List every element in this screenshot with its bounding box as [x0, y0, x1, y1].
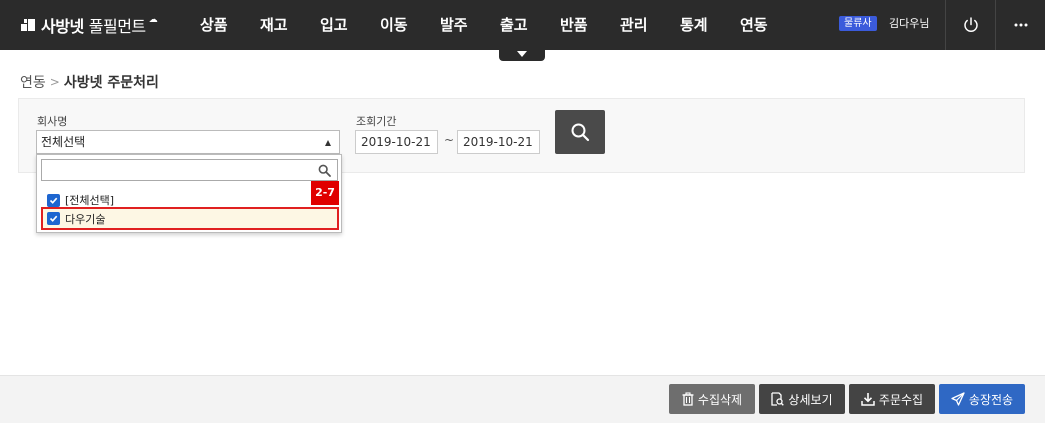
collect-orders-button[interactable]: 주문수집: [849, 384, 935, 414]
detail-view-button[interactable]: 상세보기: [759, 384, 845, 414]
company-select[interactable]: 전체선택: [36, 130, 340, 154]
menu-item-manage[interactable]: 관리: [620, 0, 680, 50]
company-label: 회사명: [37, 115, 68, 128]
company-dropdown: [전체선택] 다우기술: [36, 154, 342, 233]
more-dots-icon: [1014, 23, 1027, 27]
logo-cloud-icon: ☁: [148, 15, 158, 25]
more-menu-button[interactable]: [996, 0, 1045, 50]
collect-orders-label: 주문수집: [878, 392, 924, 407]
date-from-input[interactable]: 2019-10-21: [355, 130, 438, 154]
logo[interactable]: 사방넷 풀필먼트 ☁: [20, 13, 158, 37]
send-invoice-button[interactable]: 송장전송: [939, 384, 1025, 414]
dropdown-option-label: 다우기술: [65, 212, 106, 226]
main-menu: 상품 재고 입고 이동 발주 출고 반품 관리 통계 연동: [200, 0, 800, 50]
dropdown-search-input[interactable]: [41, 159, 338, 181]
trash-icon: [682, 392, 694, 406]
role-badge: 물류사: [839, 16, 877, 31]
document-search-icon: [771, 392, 785, 406]
step-badge: 2-7: [311, 181, 339, 205]
caret-down-icon: [517, 51, 527, 57]
logout-button[interactable]: [946, 0, 995, 50]
paper-plane-icon: [951, 392, 965, 406]
menu-item-outbound[interactable]: 출고: [500, 0, 560, 50]
menu-item-stats[interactable]: 통계: [680, 0, 740, 50]
menu-item-return[interactable]: 반품: [560, 0, 620, 50]
breadcrumb: 연동 > 사방넷 주문처리: [20, 72, 159, 92]
date-to-input[interactable]: 2019-10-21: [457, 130, 540, 154]
power-icon: [963, 17, 978, 32]
caret-up-icon: [325, 140, 331, 146]
detail-view-label: 상세보기: [788, 392, 833, 407]
send-invoice-label: 송장전송: [968, 392, 1014, 407]
breadcrumb-parent[interactable]: 연동: [20, 72, 46, 92]
search-icon: [571, 123, 590, 142]
menu-item-move[interactable]: 이동: [380, 0, 440, 50]
menu-item-link[interactable]: 연동: [740, 0, 800, 50]
menu-item-product[interactable]: 상품: [200, 0, 260, 50]
menu-item-inbound[interactable]: 입고: [320, 0, 380, 50]
submenu-toggle-button[interactable]: [499, 50, 545, 61]
breadcrumb-separator-icon: >: [49, 75, 60, 89]
menu-item-stock[interactable]: 재고: [260, 0, 320, 50]
search-button[interactable]: [555, 110, 605, 154]
menu-item-order[interactable]: 발주: [440, 0, 500, 50]
checkbox-checked-icon[interactable]: [47, 193, 60, 207]
delete-collected-button[interactable]: 수집삭제: [669, 384, 755, 414]
logo-text: 사방넷 풀필먼트: [41, 17, 146, 36]
dropdown-option-daou[interactable]: 다우기술: [41, 207, 339, 230]
user-name[interactable]: 김다우님: [889, 15, 929, 31]
delete-collected-label: 수집삭제: [697, 392, 743, 407]
date-range-separator: ~: [444, 133, 455, 147]
checkbox-checked-icon[interactable]: [47, 212, 60, 225]
company-select-value: 전체선택: [41, 135, 86, 149]
top-navigation: 사방넷 풀필먼트 ☁ 상품 재고 입고 이동 발주 출고 반품 관리 통계 연동…: [0, 0, 1045, 50]
download-icon: [861, 393, 875, 406]
search-icon: [318, 164, 331, 177]
page-title: 사방넷 주문처리: [63, 75, 159, 91]
logo-mark-icon: [20, 17, 36, 33]
dropdown-option-label: [전체선택]: [65, 194, 115, 207]
period-label: 조회기간: [356, 115, 397, 128]
